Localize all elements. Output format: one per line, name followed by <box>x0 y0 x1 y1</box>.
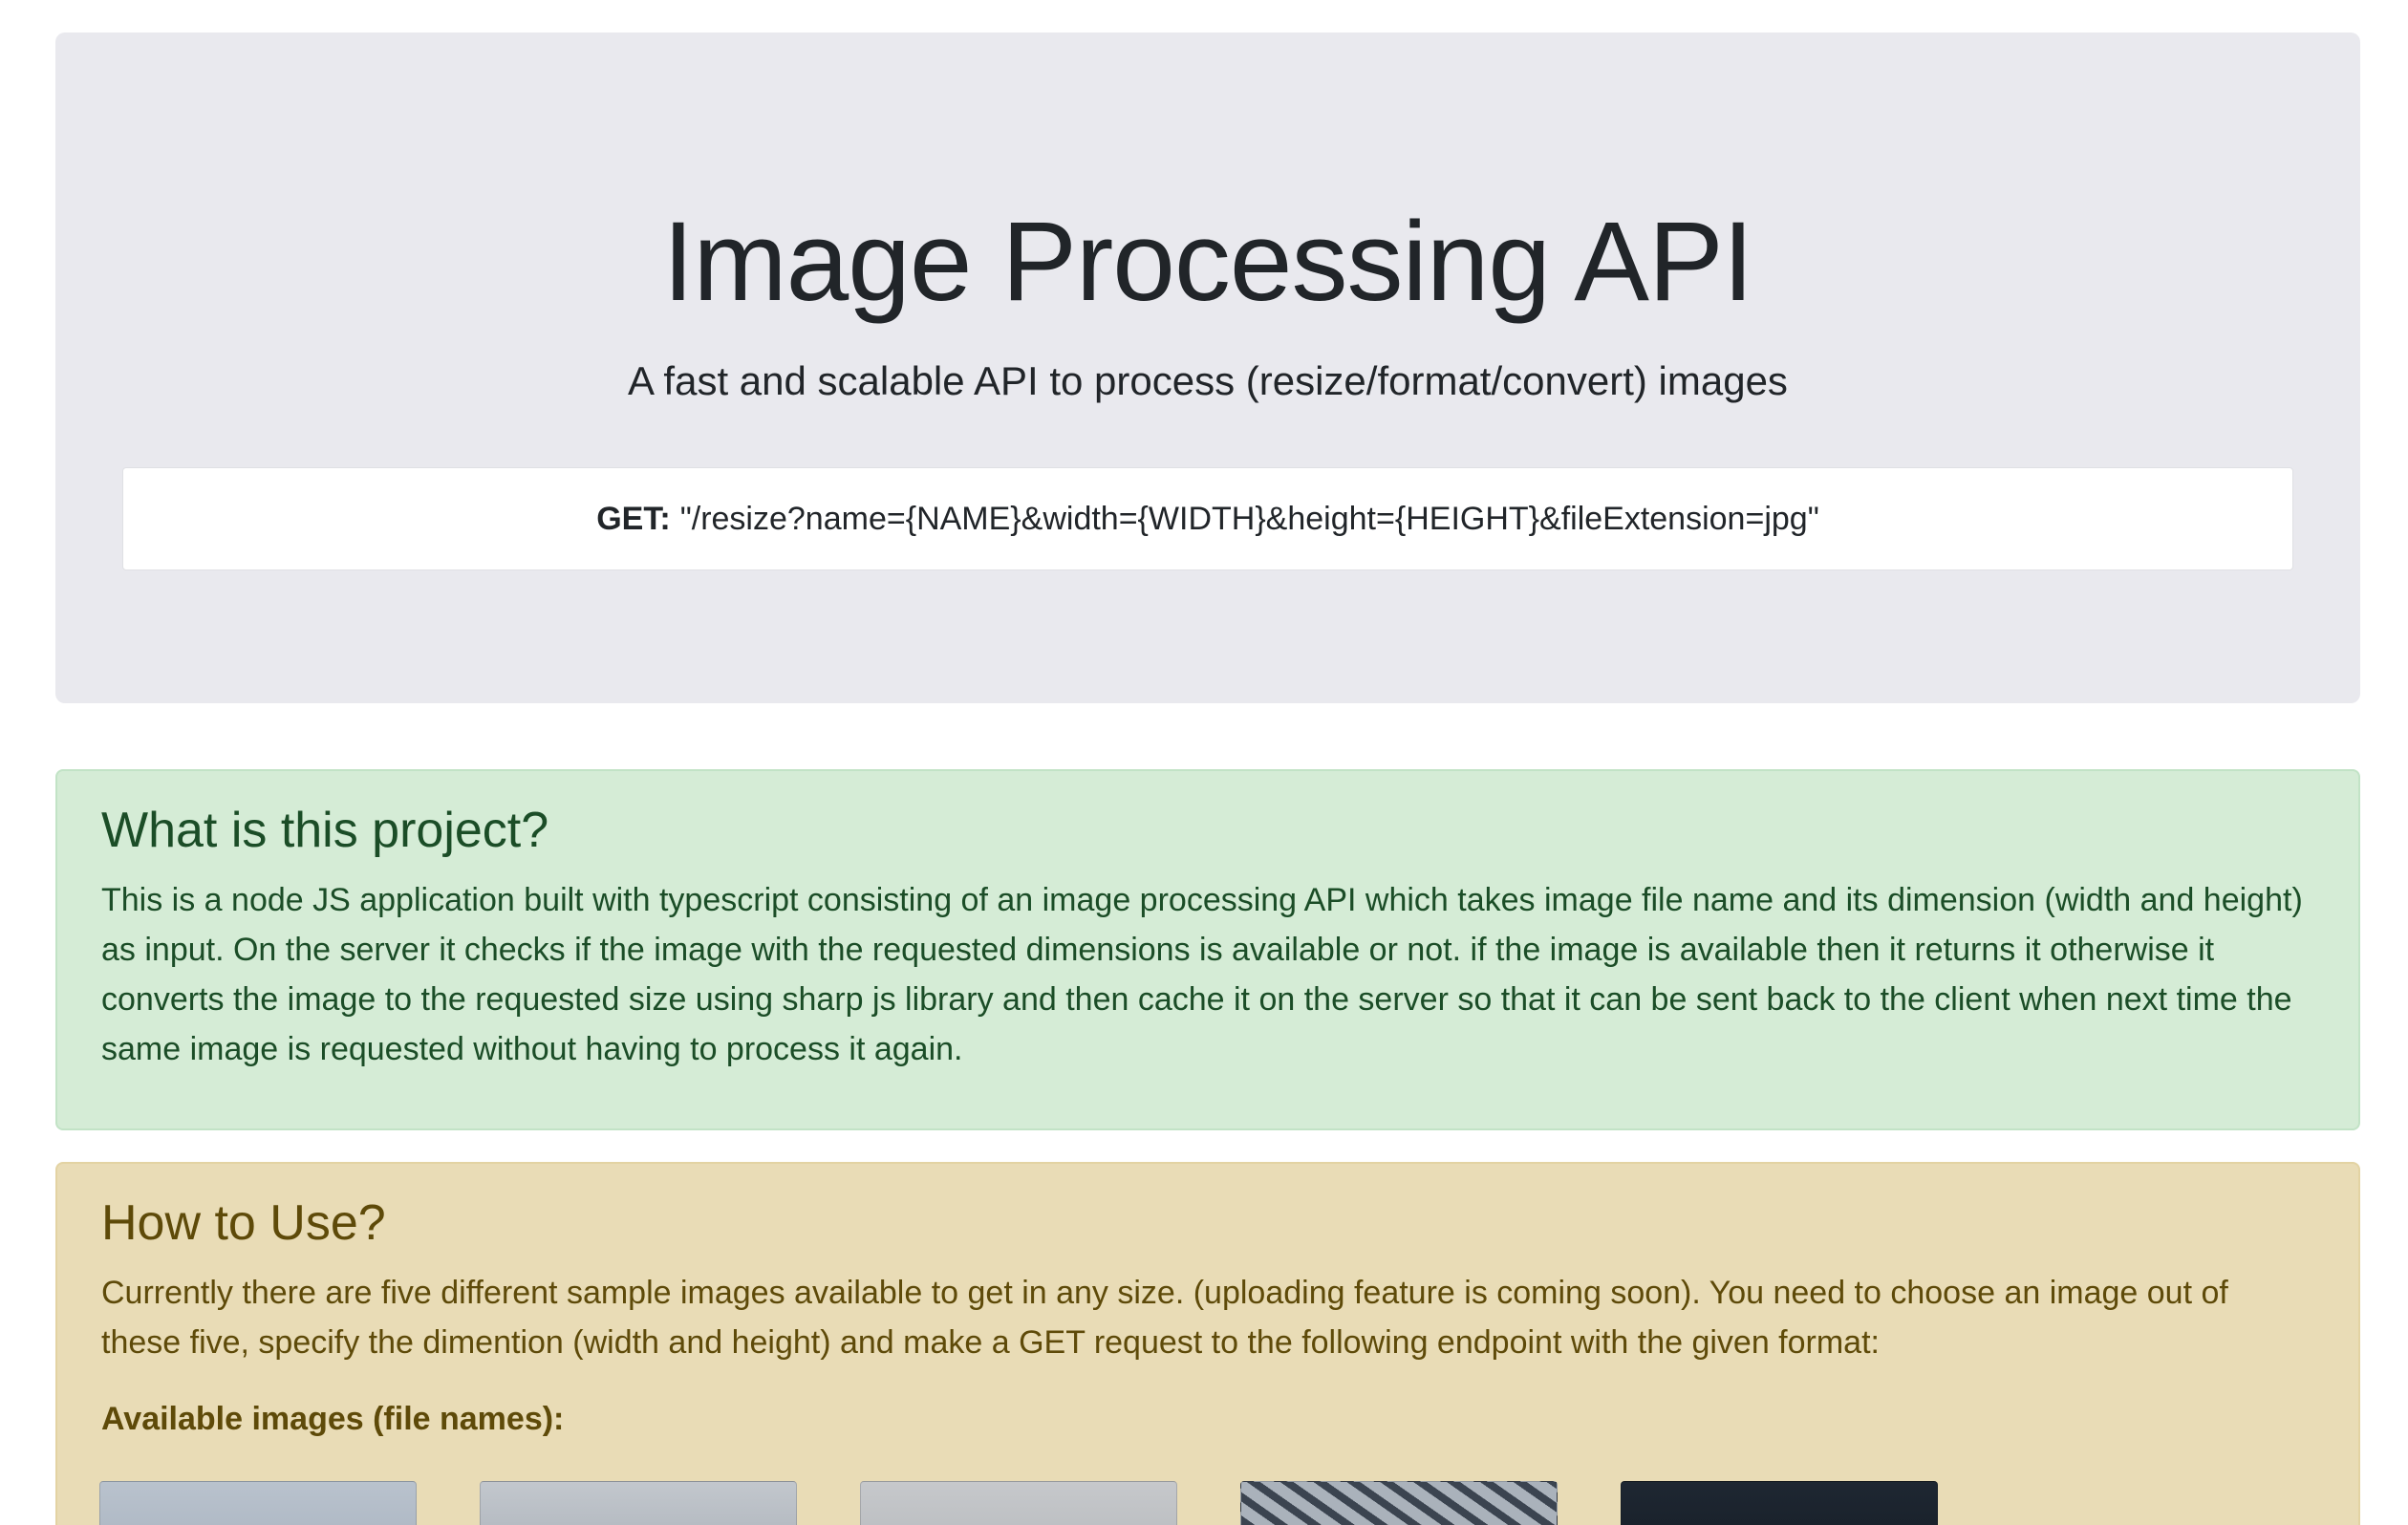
endpoint-card: GET: "/resize?name={NAME}&width={WIDTH}&… <box>122 467 2293 570</box>
usage-heading: How to Use? <box>101 1195 386 1251</box>
about-heading: What is this project? <box>101 803 549 858</box>
thumbnail-list <box>99 1481 1938 1525</box>
endpoint-path: "/resize?name={NAME}&width={WIDTH}&heigh… <box>679 500 1819 537</box>
hero-jumbotron: Image Processing API A fast and scalable… <box>55 32 2360 703</box>
image-thumbnail[interactable] <box>99 1481 417 1525</box>
available-images-label: Available images (file names): <box>101 1401 565 1437</box>
about-alert: What is this project? This is a node JS … <box>55 769 2360 1130</box>
about-body: This is a node JS application built with… <box>101 882 2303 1067</box>
usage-alert: How to Use? Currently there are five dif… <box>55 1162 2360 1525</box>
usage-body: Currently there are five different sampl… <box>101 1275 2228 1361</box>
image-thumbnail[interactable] <box>860 1481 1177 1525</box>
page: Image Processing API A fast and scalable… <box>0 0 2408 1525</box>
image-thumbnail[interactable] <box>1621 1481 1938 1525</box>
page-subtitle: A fast and scalable API to process (resi… <box>628 358 1788 403</box>
endpoint-method: GET: <box>596 500 671 537</box>
image-thumbnail[interactable] <box>480 1481 797 1525</box>
page-title: Image Processing API <box>662 199 1754 325</box>
image-thumbnail[interactable] <box>1240 1481 1558 1525</box>
